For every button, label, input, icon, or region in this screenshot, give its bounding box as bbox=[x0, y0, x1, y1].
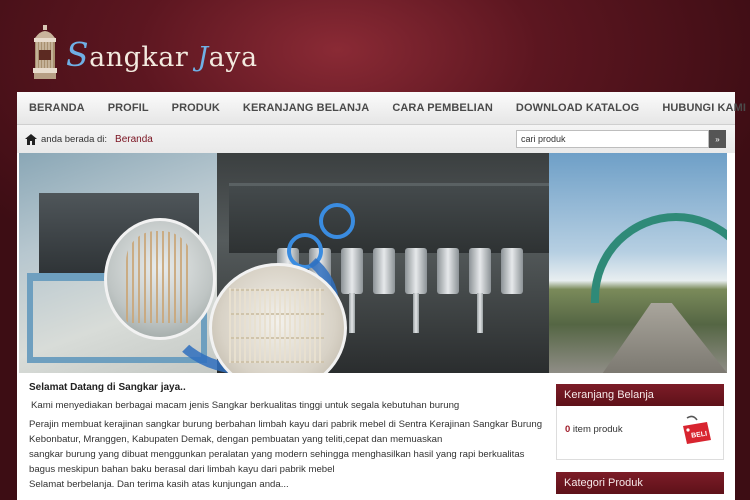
breadcrumb-link-beranda[interactable]: Beranda bbox=[115, 134, 153, 145]
search-input[interactable] bbox=[516, 130, 709, 148]
search-form: » bbox=[516, 130, 726, 148]
nav-cara-pembelian[interactable]: CARA PEMBELIAN bbox=[392, 102, 493, 114]
welcome-title: Selamat Datang di Sangkar jaya.. bbox=[29, 382, 186, 393]
category-box-title: Kategori Produk bbox=[556, 472, 724, 494]
home-icon bbox=[25, 133, 37, 145]
banner-chuck bbox=[341, 248, 363, 294]
sidebar: Keranjang Belanja 0 item produk BELI Kat… bbox=[556, 384, 724, 494]
nav-beranda[interactable]: BERANDA bbox=[29, 102, 85, 114]
search-button[interactable]: » bbox=[709, 130, 726, 148]
welcome-paragraph: Selamat berbelanja. Dan terima kasih ata… bbox=[29, 479, 289, 490]
nav-profil[interactable]: PROFIL bbox=[108, 102, 149, 114]
welcome-content: Selamat Datang di Sangkar jaya.. Kami me… bbox=[29, 382, 549, 492]
site-header: Sangkar Jaya bbox=[0, 0, 750, 92]
main-container: BERANDA PROFIL PRODUK KERANJANG BELANJA … bbox=[17, 92, 746, 500]
cart-item-count[interactable]: 0 item produk bbox=[565, 424, 623, 435]
nav-keranjang-belanja[interactable]: KERANJANG BELANJA bbox=[243, 102, 369, 114]
site-logo[interactable]: Sangkar Jaya bbox=[30, 24, 258, 80]
breadcrumb: anda berada di: Beranda » bbox=[17, 125, 735, 153]
cart-box: 0 item produk BELI bbox=[556, 406, 724, 460]
welcome-paragraph: Perajin membuat kerajinan sangkar burung… bbox=[29, 419, 543, 445]
highlight-ring bbox=[319, 203, 355, 239]
banner-round-cage bbox=[126, 231, 192, 323]
welcome-paragraph: sangkar burung yang dibuat menggunkan pe… bbox=[29, 449, 525, 475]
banner-box-cages bbox=[229, 288, 324, 363]
banner-chuck bbox=[405, 248, 427, 294]
banner-drill-bit bbox=[413, 293, 419, 333]
banner-drill-bit bbox=[349, 293, 355, 333]
banner-chuck bbox=[437, 248, 459, 294]
shopping-tag-icon[interactable]: BELI bbox=[679, 414, 713, 448]
hero-banner bbox=[19, 153, 727, 373]
bird-cage-icon bbox=[33, 25, 57, 79]
banner-chuck bbox=[469, 248, 491, 294]
banner-chuck bbox=[501, 248, 523, 294]
site-name: Sangkar Jaya bbox=[66, 34, 258, 74]
nav-hubungi-kami[interactable]: HUBUNGI KAMI bbox=[662, 102, 746, 114]
banner-chuck bbox=[373, 248, 395, 294]
main-nav: BERANDA PROFIL PRODUK KERANJANG BELANJA … bbox=[17, 92, 746, 125]
welcome-paragraph: Kami menyediakan berbagai macam jenis Sa… bbox=[31, 400, 460, 411]
banner-drill-bit bbox=[477, 293, 483, 333]
cart-box-title: Keranjang Belanja bbox=[556, 384, 724, 406]
nav-produk[interactable]: PRODUK bbox=[172, 102, 220, 114]
nav-download-katalog[interactable]: DOWNLOAD KATALOG bbox=[516, 102, 639, 114]
breadcrumb-label: anda berada di: bbox=[41, 133, 108, 145]
